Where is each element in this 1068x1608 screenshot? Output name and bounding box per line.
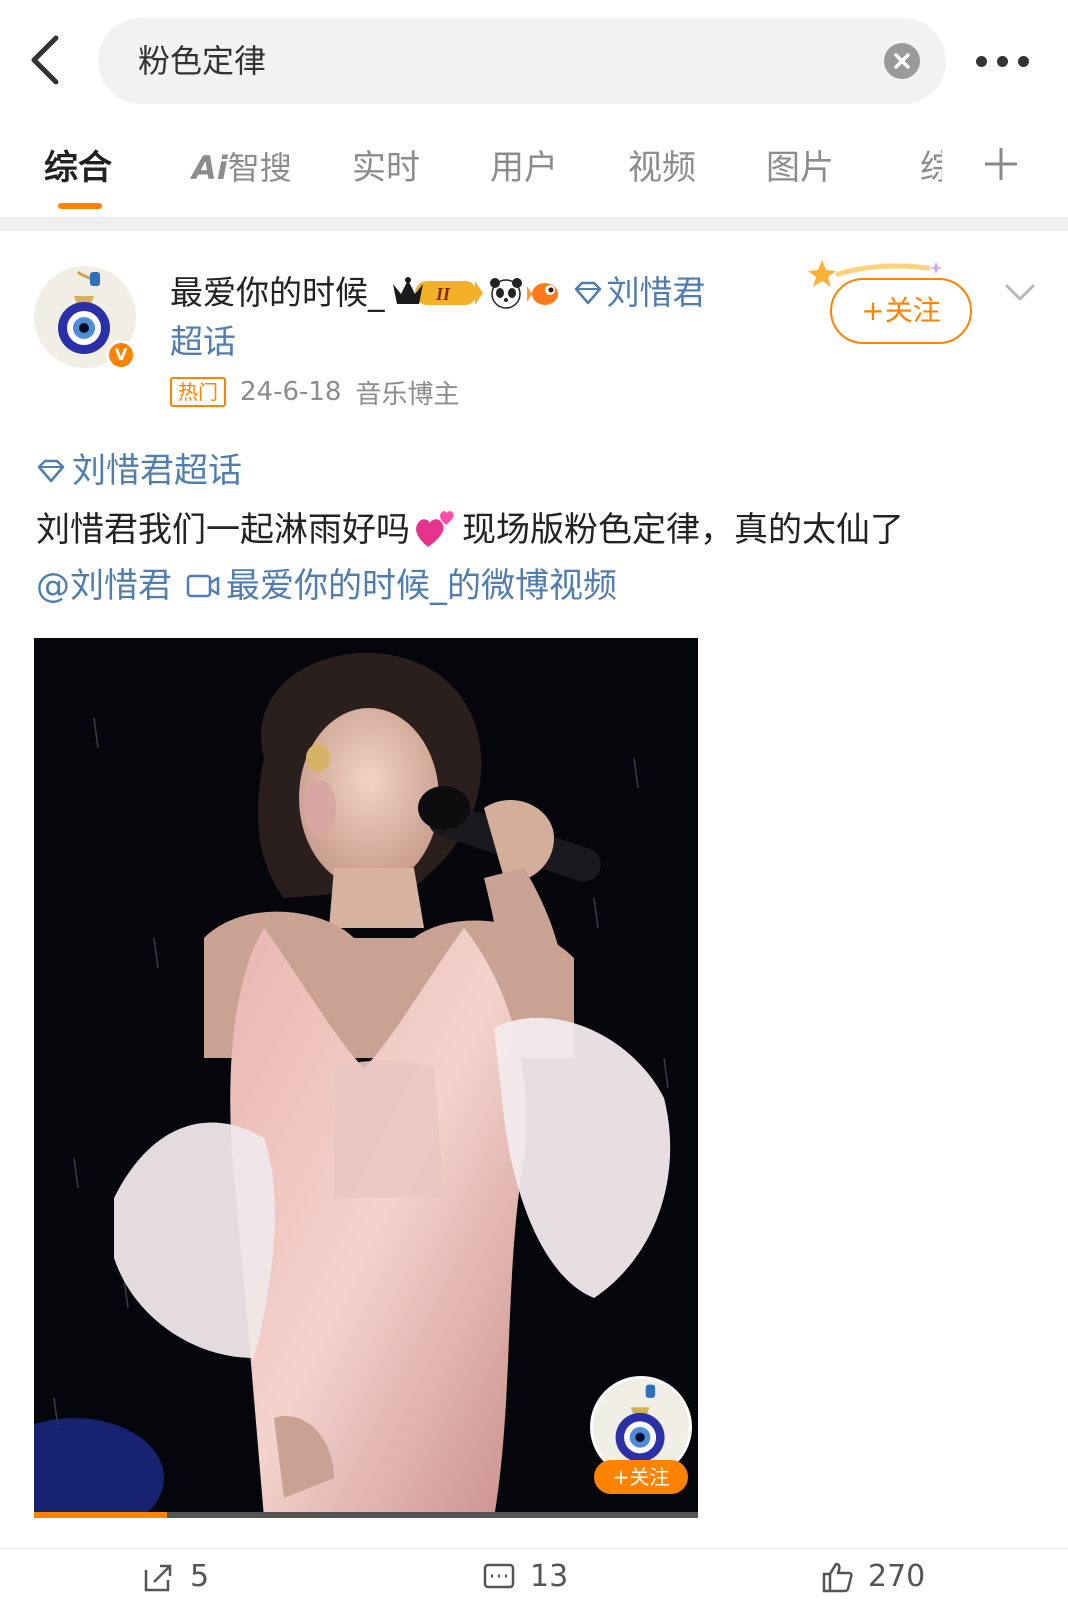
diamond-icon	[37, 459, 65, 483]
author-title: 音乐博主	[355, 379, 460, 410]
like-button[interactable]: 270	[820, 1559, 925, 1594]
search-tabs: 综合 Ai智搜 实时 用户 视频 图片 综	[0, 125, 1068, 217]
repost-button[interactable]: 5	[142, 1559, 209, 1594]
post-text-part1: 刘惜君我们一起淋雨好吗	[36, 510, 410, 550]
mention-link[interactable]: @刘惜君	[36, 560, 172, 612]
post-date: 24-6-18	[240, 377, 342, 407]
video-progress-track[interactable]	[34, 1512, 698, 1518]
mention-line: @刘惜君 最爱你的时候_的微博视频	[36, 560, 617, 612]
follow-button[interactable]: +关注	[830, 278, 972, 344]
more-dot-icon	[1018, 55, 1029, 67]
post-text: 刘惜君我们一起淋雨好吗 现场版粉色定律，真的太仙了	[36, 504, 1036, 556]
supertopic-link[interactable]: 刘惜君	[607, 273, 706, 312]
tab-ai-search[interactable]: Ai智搜	[192, 143, 292, 193]
goldfish-icon	[526, 282, 558, 305]
more-dot-icon	[976, 55, 987, 67]
repost-icon	[144, 1564, 172, 1591]
more-options-button[interactable]	[976, 46, 1036, 76]
crown-level-badge-icon[interactable]: II	[391, 276, 483, 310]
comment-button[interactable]: 13	[482, 1559, 568, 1594]
post-text-part2: 现场版粉色定律，真的太仙了	[462, 510, 904, 550]
clear-search-button[interactable]	[884, 43, 920, 79]
supertopic-tag-label: 刘惜君超话	[72, 451, 242, 491]
search-query-text[interactable]: 粉色定律	[138, 18, 266, 104]
tab-partial[interactable]: 综	[920, 143, 942, 193]
post-meta: 热门 24-6-18 音乐博主	[170, 372, 460, 412]
tab-realtime[interactable]: 实时	[352, 143, 420, 193]
tab-videos[interactable]: 视频	[628, 143, 696, 193]
supertopic-diamond-icon	[574, 281, 601, 304]
tab-ai-label: 智搜	[227, 149, 292, 187]
video-icon	[186, 574, 220, 598]
post-author-line: 最爱你的时候_ II 刘惜君	[170, 268, 706, 318]
hot-tag-badge: 热门	[170, 377, 226, 407]
comment-icon	[483, 1563, 515, 1588]
username[interactable]: 最爱你的时候_	[170, 273, 385, 312]
level-badge-text: II	[434, 284, 450, 304]
tab-images[interactable]: 图片	[766, 143, 834, 193]
comment-count: 13	[530, 1559, 569, 1594]
verified-v-icon: V	[106, 340, 136, 370]
video-player[interactable]: +关注	[34, 638, 698, 1518]
chevron-down-icon[interactable]	[1004, 282, 1036, 304]
like-count: 270	[868, 1559, 926, 1594]
top-search-bar: 粉色定律	[0, 0, 1068, 125]
tab-comprehensive[interactable]: 综合	[44, 143, 112, 193]
post-action-bar: 5 13 270	[0, 1548, 1068, 1608]
tab-users[interactable]: 用户	[490, 143, 558, 193]
two-hearts-icon	[416, 510, 454, 547]
panda-icon	[489, 277, 522, 309]
supertopic-link-continued[interactable]: 超话	[170, 320, 236, 364]
add-tab-plus-icon[interactable]	[983, 146, 1019, 182]
video-progress-fill	[34, 1512, 167, 1518]
tab-ai-prefix: Ai	[192, 149, 228, 187]
section-divider	[0, 217, 1068, 231]
video-follow-button[interactable]: +关注	[594, 1460, 688, 1494]
like-icon	[822, 1562, 853, 1592]
search-input[interactable]: 粉色定律	[98, 18, 946, 104]
more-dot-icon	[997, 55, 1008, 67]
clear-icon	[894, 53, 910, 69]
active-tab-indicator	[58, 203, 102, 209]
back-chevron-icon[interactable]	[22, 30, 70, 90]
video-link-label: 最爱你的时候_的微博视频	[226, 566, 617, 606]
singer-video-frame	[34, 638, 698, 1518]
repost-count: 5	[190, 1559, 210, 1594]
supertopic-tag[interactable]: 刘惜君超话	[36, 448, 242, 494]
video-link[interactable]: 最爱你的时候_的微博视频	[186, 560, 617, 612]
